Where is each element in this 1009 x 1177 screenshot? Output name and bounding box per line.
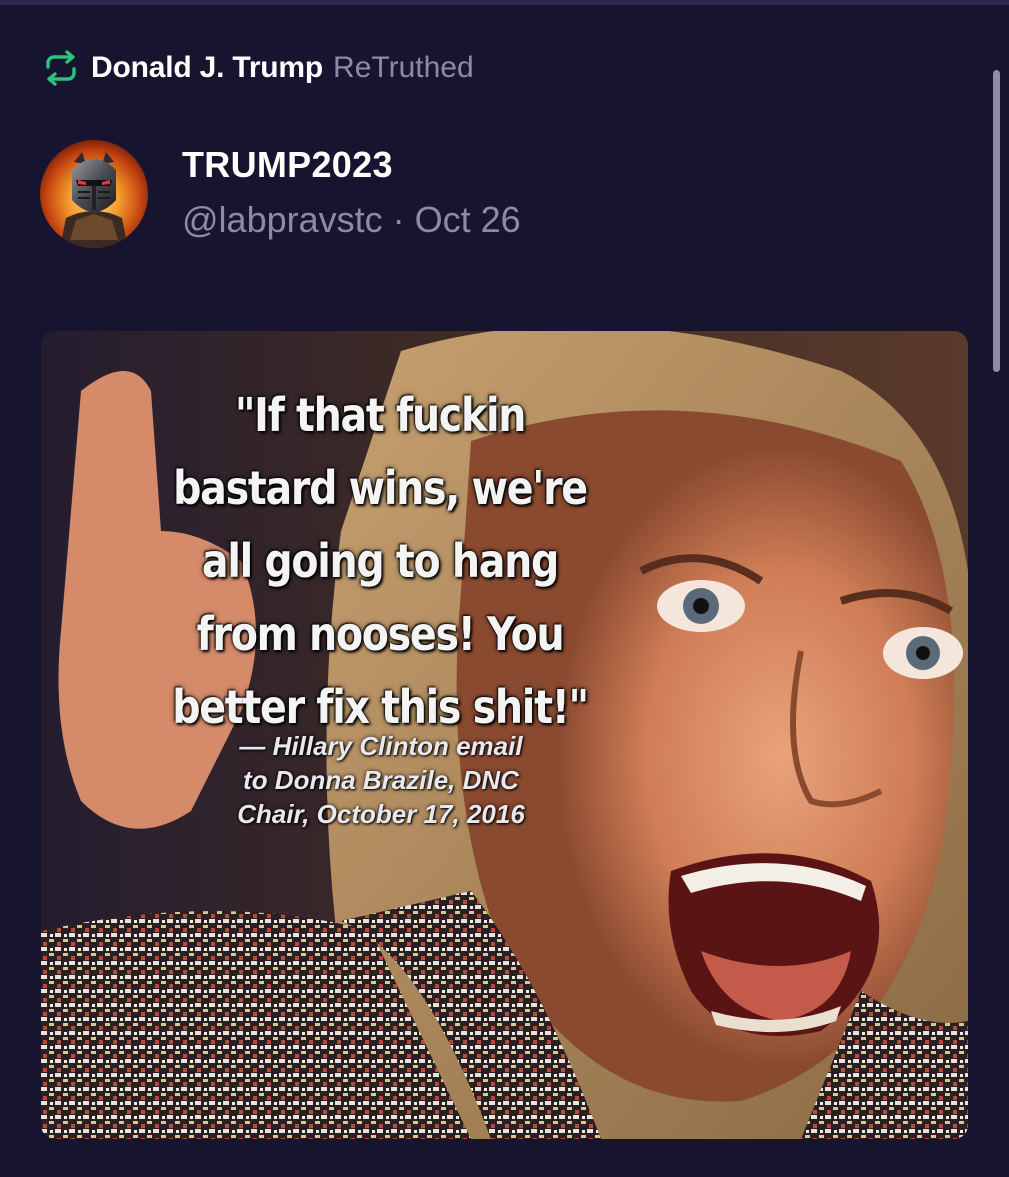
post-author-name[interactable]: TRUMP2023: [182, 144, 393, 186]
attribution-line: — Hillary Clinton email: [239, 731, 523, 761]
quote-line: all going to hang: [201, 534, 559, 588]
post-date[interactable]: Oct 26: [415, 199, 521, 240]
meta-separator: ·: [392, 199, 405, 240]
truth-social-feed: Donald J. Trump ReTruthed TRUMP2023 @lab…: [0, 0, 1009, 1177]
quote-line: "If that fuckin: [234, 388, 527, 442]
quote-line: from nooses! You: [196, 607, 565, 661]
meme-attribution: — Hillary Clinton email to Donna Brazile…: [181, 729, 581, 831]
retruth-icon: [46, 50, 76, 86]
header-divider: [0, 0, 1009, 5]
meme-quote: "If that fuckin bastard wins, we're all …: [171, 379, 589, 744]
quote-line: bastard wins, we're: [173, 461, 588, 515]
retruth-indicator: Donald J. Trump ReTruthed: [40, 46, 474, 90]
attribution-line: Chair, October 17, 2016: [237, 799, 525, 829]
attribution-line: to Donna Brazile, DNC: [243, 765, 519, 795]
retruth-author[interactable]: Donald J. Trump: [91, 51, 323, 85]
post-meta: @labpravstc · Oct 26: [182, 199, 521, 241]
avatar[interactable]: [40, 140, 148, 248]
retruth-label: ReTruthed: [333, 51, 474, 84]
post-handle[interactable]: @labpravstc: [182, 199, 383, 240]
knight-helmet-avatar: [40, 140, 148, 248]
scrollbar[interactable]: [993, 70, 1000, 372]
post-media-image[interactable]: "If that fuckin bastard wins, we're all …: [41, 331, 968, 1139]
